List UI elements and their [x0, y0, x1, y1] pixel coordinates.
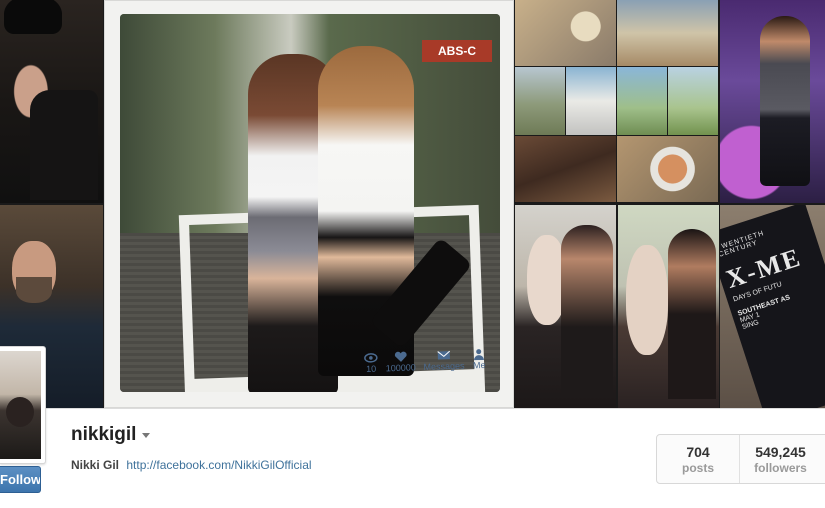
photo-content: [16, 277, 52, 303]
username-text: nikkigil: [71, 424, 137, 445]
followers-count: 549,245: [755, 443, 806, 460]
featured-photo: ABS-C 10 100000 Messages Me: [120, 14, 500, 392]
envelope-icon: [437, 350, 450, 360]
photo-grid: ABS-C 10 100000 Messages Me TWENTIETH CE…: [0, 0, 825, 408]
chevron-down-icon[interactable]: [142, 432, 151, 438]
avatar-content: [6, 397, 34, 427]
website-link[interactable]: http://facebook.com/NikkiGilOfficial: [126, 458, 311, 472]
photo-person: [760, 16, 810, 186]
photo-tile[interactable]: [0, 0, 103, 203]
posts-count: 704: [686, 443, 710, 460]
photo-tile[interactable]: [515, 0, 616, 66]
photo-content: [30, 90, 98, 200]
heart-icon: [394, 351, 407, 362]
polaroid-me: Me: [472, 348, 487, 370]
photo-tile[interactable]: [515, 205, 616, 408]
posts-label: posts: [681, 460, 714, 475]
sign-text: ABS-C: [422, 40, 492, 62]
movie-poster: TWENTIETH CENTURY X-ME DAYS OF FUTU SOUT…: [720, 205, 825, 408]
photo-tile[interactable]: [515, 67, 565, 135]
polaroid-messages-label: Messages: [423, 360, 465, 373]
photo-tile[interactable]: [617, 0, 718, 66]
polaroid-me-label: Me: [472, 359, 486, 371]
followers-stat[interactable]: 549,245 followers: [739, 435, 821, 483]
photo-tile[interactable]: [515, 136, 616, 202]
avatar-image: [0, 351, 41, 459]
photo-person: [668, 229, 716, 399]
polaroid-views-count: 10: [365, 363, 377, 375]
photo-tile[interactable]: [566, 67, 616, 135]
polaroid-messages: Messages: [423, 349, 465, 372]
photo-tile[interactable]: TWENTIETH CENTURY X-ME DAYS OF FUTU SOUT…: [720, 205, 825, 408]
photo-content: [4, 0, 62, 34]
eye-icon: [363, 353, 378, 363]
featured-photo-tile[interactable]: ABS-C 10 100000 Messages Me: [104, 0, 514, 408]
polaroid-likes: 100000: [385, 350, 416, 373]
posts-stat[interactable]: 704 posts: [657, 435, 739, 483]
full-name: Nikki Gil: [71, 458, 120, 472]
photo-tile[interactable]: [617, 67, 667, 135]
photo-tile[interactable]: [618, 205, 719, 408]
polaroid-likes-count: 100000: [385, 362, 417, 374]
photo-tile[interactable]: [720, 0, 825, 203]
profile-bio: Nikki Gil http://facebook.com/NikkiGilOf…: [71, 458, 312, 472]
followers-label: followers: [754, 460, 807, 475]
follow-button[interactable]: Follow: [0, 466, 41, 493]
person-icon: [474, 349, 485, 361]
photo-person: [626, 245, 668, 355]
photo-person: [561, 225, 613, 395]
polaroid-views: 10: [363, 352, 379, 375]
photo-tile[interactable]: [668, 67, 718, 135]
avatar[interactable]: [0, 346, 46, 464]
polaroid-prop-bar: 10 100000 Messages Me: [359, 338, 490, 385]
username[interactable]: nikkigil: [71, 424, 151, 446]
photo-tile[interactable]: [617, 136, 718, 202]
profile-stats: 704 posts 549,245 followers: [656, 434, 825, 484]
